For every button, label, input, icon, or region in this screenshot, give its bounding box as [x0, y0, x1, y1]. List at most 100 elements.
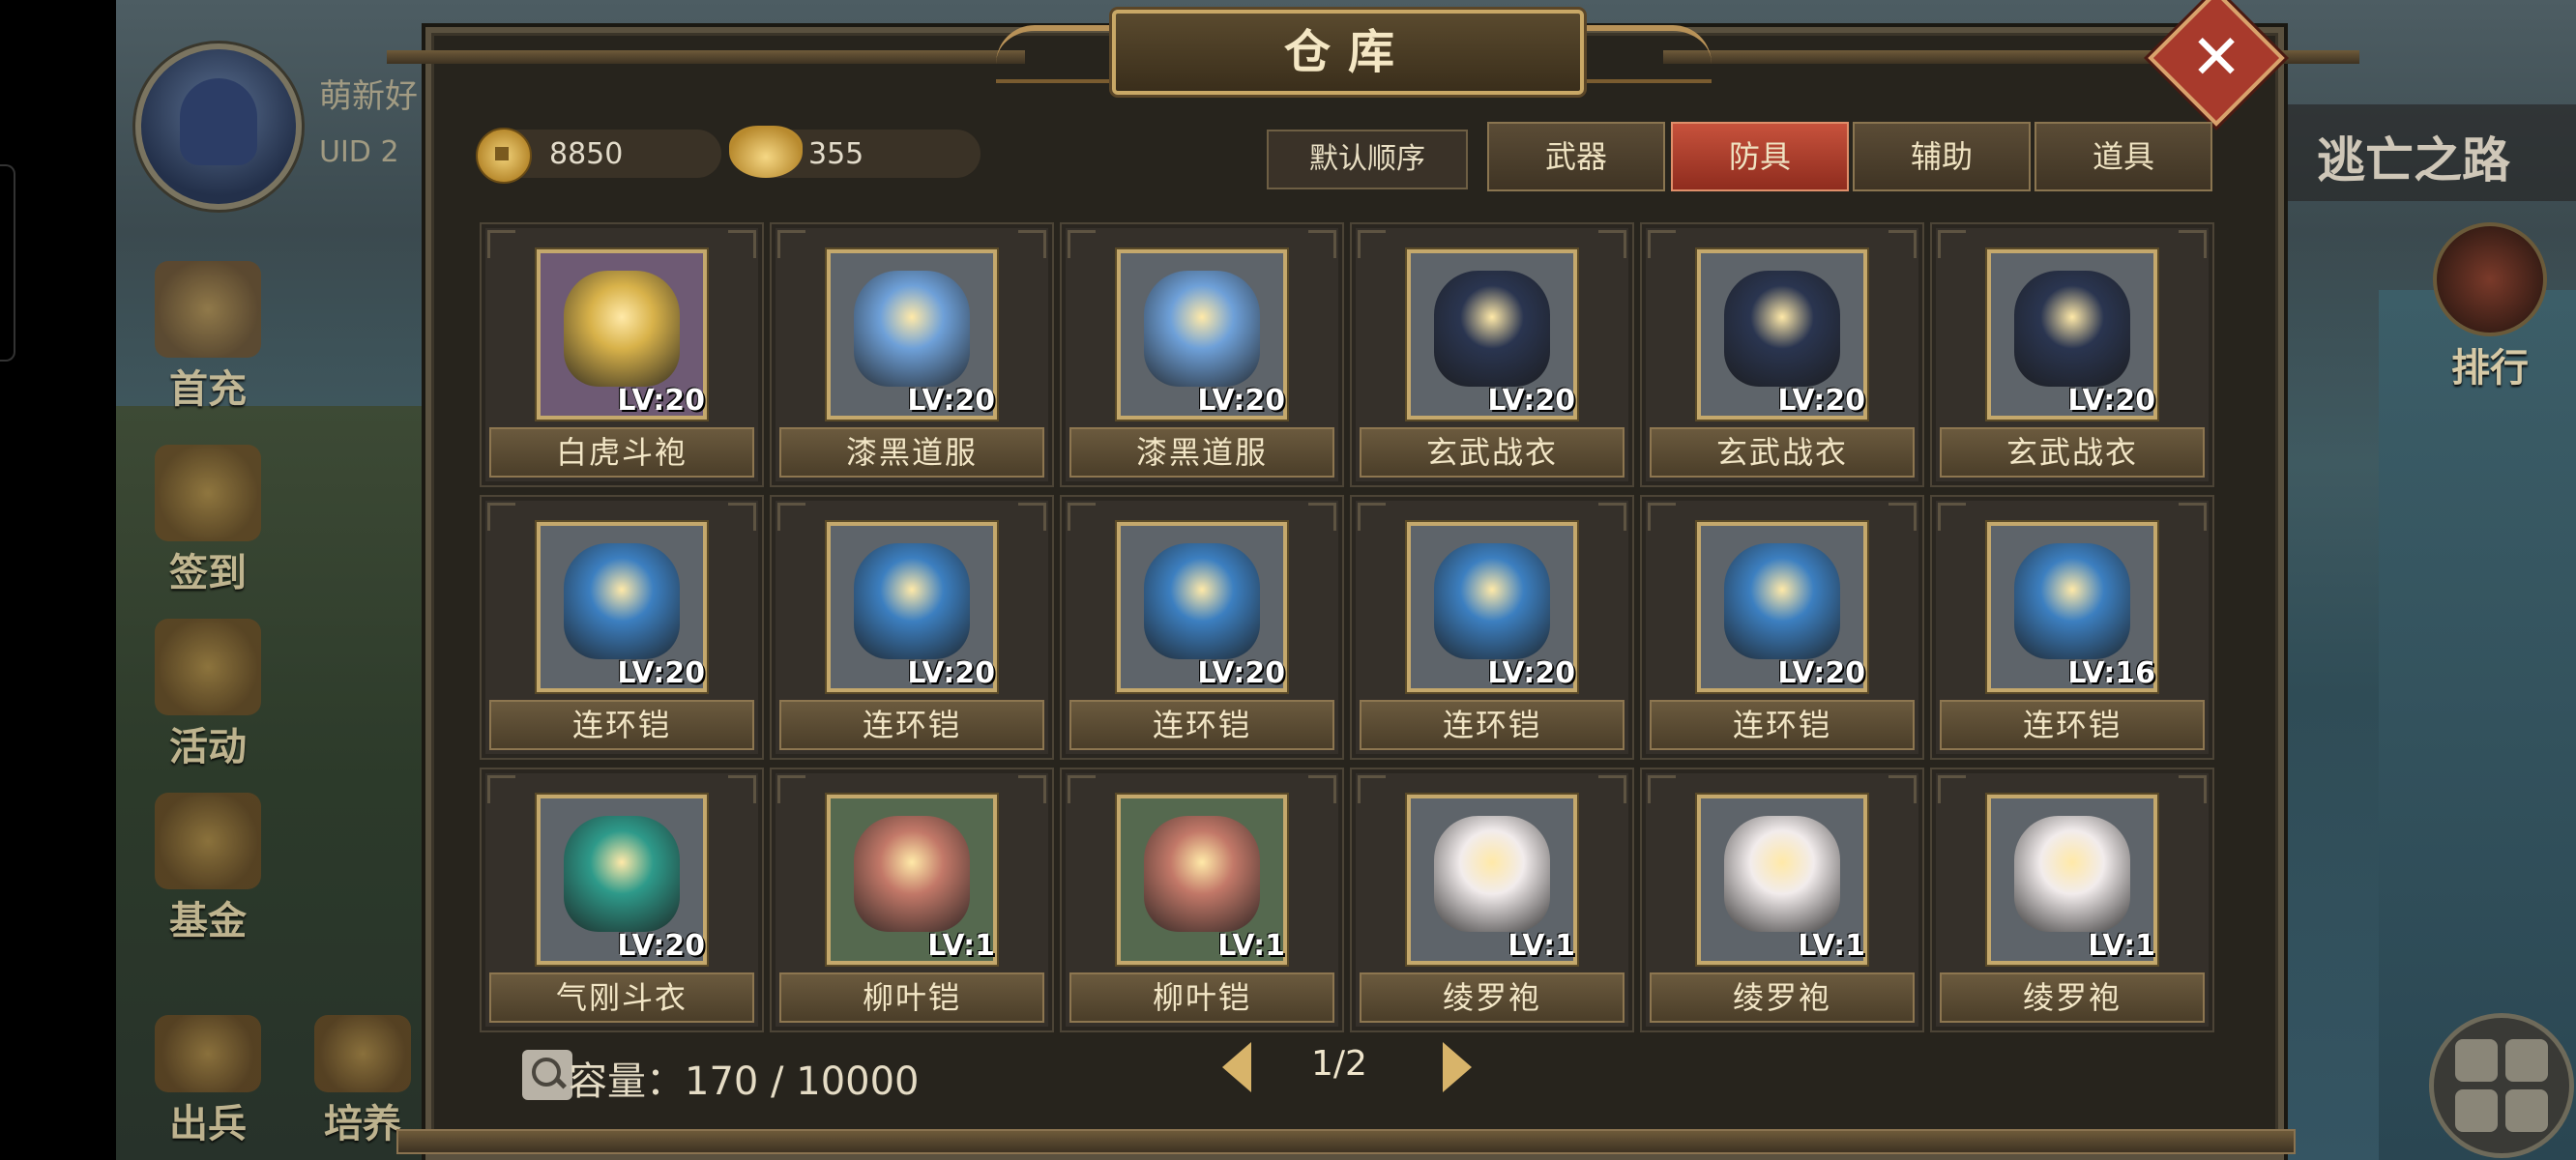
coin-icon — [476, 128, 532, 184]
player-uid: UID 2 — [319, 135, 399, 169]
armor-icon — [1434, 816, 1550, 932]
item-level: LV:1 — [2088, 929, 2155, 963]
ingot-amount: 355 — [808, 137, 864, 171]
menu-fund[interactable]: 基金 — [145, 793, 271, 945]
search-icon[interactable] — [522, 1050, 572, 1100]
title-ornament-left — [996, 25, 1131, 83]
tab-armor[interactable]: 防具 — [1671, 122, 1849, 191]
rank-icon — [2433, 222, 2547, 336]
inventory-slot[interactable]: LV:1 柳叶铠 — [1060, 768, 1344, 1032]
item-level: LV:1 — [1798, 929, 1865, 963]
capacity-label: 容量：170 / 10000 — [569, 1059, 920, 1104]
fund-icon — [155, 793, 261, 889]
inventory-slot[interactable]: LV:20 连环铠 — [770, 495, 1054, 760]
prev-page-icon[interactable] — [1222, 1042, 1251, 1092]
item-name: 连环铠 — [779, 700, 1044, 750]
tab-items[interactable]: 道具 — [2034, 122, 2212, 191]
slot-corner-ornament — [1938, 775, 1966, 803]
menu-sign-in[interactable]: 签到 — [145, 445, 271, 597]
next-page-icon[interactable] — [1443, 1042, 1472, 1092]
armor-icon — [1434, 271, 1550, 387]
item-level: LV:20 — [617, 656, 705, 690]
armor-icon — [564, 543, 680, 659]
slot-corner-ornament — [2179, 230, 2207, 258]
armor-icon — [854, 816, 970, 932]
item-name: 玄武战衣 — [1940, 427, 2205, 478]
inventory-slot[interactable]: LV:20 连环铠 — [1350, 495, 1634, 760]
inventory-grid: LV:20 白虎斗袍 LV:20 漆黑道服 LV:20 漆黑道服 LV:20 玄武战衣 LV:2… — [480, 222, 2220, 1032]
inventory-slot[interactable]: LV:20 漆黑道服 — [1060, 222, 1344, 487]
slot-corner-ornament — [1648, 230, 1676, 258]
inventory-slot[interactable]: LV:1 绫罗袍 — [1350, 768, 1634, 1032]
helmet-icon — [180, 78, 257, 165]
rank-button[interactable]: 排行 — [2417, 222, 2562, 391]
item-level: LV:20 — [2067, 384, 2155, 418]
inventory-slot[interactable]: LV:20 漆黑道服 — [770, 222, 1054, 487]
inventory-slot[interactable]: LV:20 连环铠 — [480, 495, 764, 760]
slot-corner-ornament — [1308, 230, 1336, 258]
grid-icon-cell — [2505, 1039, 2548, 1082]
item-level: LV:20 — [907, 656, 995, 690]
slot-corner-ornament — [1888, 775, 1917, 803]
item-name: 漆黑道服 — [1069, 427, 1334, 478]
menu-label: 基金 — [169, 899, 247, 943]
item-level: LV:20 — [1777, 656, 1865, 690]
slot-corner-ornament — [1018, 230, 1046, 258]
gold-ingot-icon — [729, 126, 803, 178]
armor-icon — [1144, 271, 1260, 387]
inventory-slot[interactable]: LV:1 柳叶铠 — [770, 768, 1054, 1032]
cauldron-icon — [314, 1015, 411, 1092]
item-icon-frame: LV:1 — [1117, 795, 1287, 965]
menu-first-recharge[interactable]: 首充 — [145, 261, 271, 414]
slot-corner-ornament — [1598, 230, 1626, 258]
item-name: 连环铠 — [489, 700, 754, 750]
quest-banner[interactable]: 逃亡之路 — [2272, 104, 2576, 201]
inventory-slot[interactable]: LV:20 玄武战衣 — [1640, 222, 1924, 487]
item-icon-frame: LV:16 — [1987, 522, 2157, 692]
item-icon-frame: LV:1 — [1987, 795, 2157, 965]
inventory-slot[interactable]: LV:20 气刚斗衣 — [480, 768, 764, 1032]
armor-icon — [854, 543, 970, 659]
menu-label: 活动 — [169, 725, 247, 769]
slot-corner-ornament — [777, 775, 805, 803]
item-name: 绫罗袍 — [1360, 972, 1625, 1023]
player-avatar[interactable] — [135, 44, 302, 210]
page-indicator: 1/2 — [1311, 1044, 1367, 1084]
grid-icon-cell — [2455, 1089, 2498, 1132]
slot-corner-ornament — [1938, 230, 1966, 258]
item-level: LV:20 — [1487, 384, 1575, 418]
inventory-slot[interactable]: LV:1 绫罗袍 — [1930, 768, 2214, 1032]
menu-activity[interactable]: 活动 — [145, 619, 271, 771]
menu-label: 培养 — [324, 1102, 401, 1146]
armor-icon — [564, 271, 680, 387]
armor-icon — [854, 271, 970, 387]
inventory-slot[interactable]: LV:20 白虎斗袍 — [480, 222, 764, 487]
sort-button[interactable]: 默认顺序 — [1267, 130, 1468, 189]
item-icon-frame: LV:20 — [1697, 249, 1867, 420]
slot-corner-ornament — [2179, 775, 2207, 803]
slot-corner-ornament — [728, 230, 756, 258]
armor-icon — [2014, 271, 2130, 387]
slot-corner-ornament — [1598, 775, 1626, 803]
tab-accessories[interactable]: 辅助 — [1853, 122, 2031, 191]
inventory-slot[interactable]: LV:1 绫罗袍 — [1640, 768, 1924, 1032]
inventory-slot[interactable]: LV:16 连环铠 — [1930, 495, 2214, 760]
inventory-slot[interactable]: LV:20 玄武战衣 — [1930, 222, 2214, 487]
slot-corner-ornament — [487, 503, 515, 531]
inventory-slot[interactable]: LV:20 连环铠 — [1640, 495, 1924, 760]
main-menu-button[interactable] — [2429, 1013, 2574, 1158]
item-level: LV:20 — [1487, 656, 1575, 690]
inventory-slot[interactable]: LV:20 玄武战衣 — [1350, 222, 1634, 487]
grid-icon-cell — [2505, 1089, 2548, 1132]
menu-label: 签到 — [169, 551, 247, 595]
tab-weapons[interactable]: 武器 — [1487, 122, 1665, 191]
item-level: LV:20 — [617, 384, 705, 418]
inventory-slot[interactable]: LV:20 连环铠 — [1060, 495, 1344, 760]
menu-dispatch[interactable]: 出兵 — [145, 1015, 271, 1148]
item-icon-frame: LV:1 — [1697, 795, 1867, 965]
item-icon-frame: LV:1 — [1407, 795, 1577, 965]
slot-corner-ornament — [1358, 503, 1386, 531]
item-icon-frame: LV:20 — [537, 522, 707, 692]
item-icon-frame: LV:20 — [1117, 522, 1287, 692]
menu-label: 出兵 — [169, 1102, 247, 1146]
